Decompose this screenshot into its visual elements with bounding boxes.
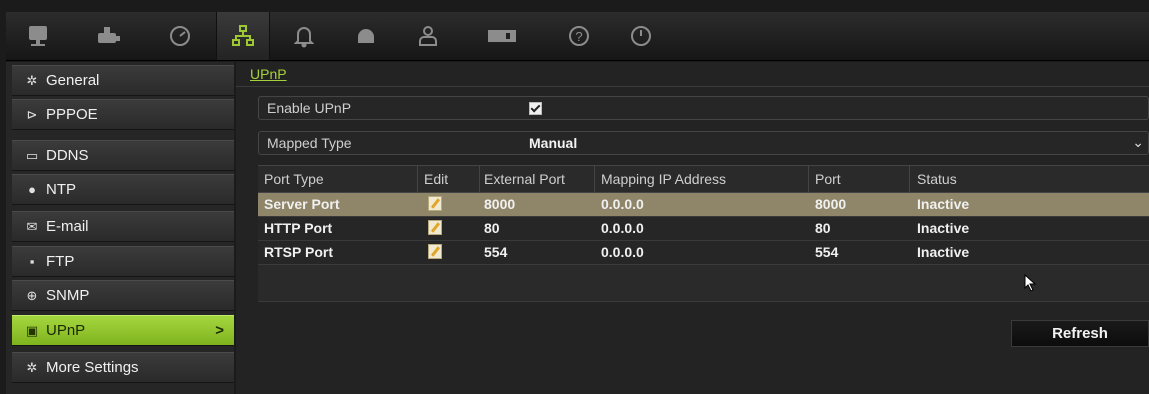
camera-icon[interactable] — [83, 12, 135, 60]
user-icon[interactable] — [402, 12, 454, 60]
port-mapping-table: Port Type Edit External Port Mapping IP … — [258, 165, 1149, 302]
sidebar-item-ftp[interactable]: ▪ FTP — [12, 246, 234, 277]
sidebar-item-upnp[interactable]: ▣ UPnP > — [12, 315, 234, 346]
cell-port-type: RTSP Port — [264, 244, 333, 260]
refresh-button[interactable]: Refresh — [1011, 320, 1149, 347]
cell-port-type: HTTP Port — [264, 220, 333, 236]
sidebar-item-general[interactable]: ✲ General — [12, 65, 234, 96]
col-mapping-ip: Mapping IP Address — [601, 171, 727, 187]
breadcrumb: UPnP — [250, 66, 287, 82]
cell-status: Inactive — [917, 196, 970, 212]
column-divider — [594, 166, 595, 192]
power-icon[interactable] — [615, 12, 667, 60]
sidebar: ✲ General ⊳ PPPOE ▭ DDNS ● NTP ✉ E-mail … — [6, 62, 234, 394]
sidebar-item-snmp[interactable]: ⊕ SNMP — [12, 280, 234, 311]
app-window: ? ✲ General ⊳ PPPOE ▭ DDNS ● NTP ✉ E-mai… — [0, 0, 1149, 394]
globe-icon: ⊕ — [26, 288, 38, 303]
cell-external-port: 8000 — [484, 196, 516, 212]
table-row[interactable]: RTSP Port 554 0.0.0.0 554 Inactive — [258, 241, 1149, 265]
chevron-down-icon[interactable]: ⌄ — [1132, 134, 1144, 151]
bell-icon[interactable] — [278, 12, 330, 60]
edit-icon[interactable] — [428, 220, 442, 235]
sidebar-item-ntp[interactable]: ● NTP — [12, 174, 234, 205]
sidebar-item-email[interactable]: ✉ E-mail — [12, 211, 234, 242]
gauge-icon[interactable] — [154, 12, 206, 60]
sidebar-item-ddns[interactable]: ▭ DDNS — [12, 140, 234, 171]
monitor-icon[interactable] — [12, 12, 64, 60]
mail-icon: ✉ — [26, 219, 38, 234]
cell-mapping-ip: 0.0.0.0 — [601, 196, 644, 212]
main-panel: UPnP Enable UPnP Mapped Type Manual ⌄ Po… — [236, 62, 1149, 394]
col-port: Port — [815, 171, 841, 187]
cell-port: 80 — [815, 220, 831, 236]
clock-icon: ● — [28, 182, 36, 197]
network-icon[interactable] — [216, 12, 270, 60]
enable-upnp-row: Enable UPnP — [258, 96, 1149, 120]
sidebar-item-label: More Settings — [46, 359, 139, 376]
cell-port-type: Server Port — [264, 196, 340, 212]
settings-icon: ✲ — [26, 360, 38, 375]
cell-port: 554 — [815, 244, 839, 260]
sidebar-item-label: NTP — [46, 181, 76, 198]
divider — [236, 86, 1149, 87]
cell-external-port: 554 — [484, 244, 508, 260]
sidebar-item-label: General — [46, 72, 100, 89]
top-toolbar: ? — [6, 12, 1149, 61]
sidebar-item-label: FTP — [46, 253, 75, 270]
cell-external-port: 80 — [484, 220, 500, 236]
upnp-icon: ▣ — [25, 323, 39, 338]
hdd-icon[interactable] — [476, 12, 528, 60]
col-port-type: Port Type — [264, 171, 324, 187]
sidebar-item-label: UPnP — [46, 322, 86, 339]
mapped-type-label: Mapped Type — [267, 135, 352, 151]
column-divider — [479, 166, 480, 192]
sidebar-item-label: DDNS — [46, 147, 89, 164]
cell-mapping-ip: 0.0.0.0 — [601, 244, 644, 260]
help-icon[interactable]: ? — [553, 12, 605, 60]
column-divider — [808, 166, 809, 192]
cell-mapping-ip: 0.0.0.0 — [601, 220, 644, 236]
sidebar-item-label: SNMP — [46, 287, 90, 304]
ftp-icon: ▪ — [29, 254, 35, 269]
sidebar-item-pppoe[interactable]: ⊳ PPPOE — [12, 99, 234, 130]
ddns-icon: ▭ — [25, 148, 39, 163]
dome-camera-icon[interactable] — [340, 12, 392, 60]
table-row[interactable]: HTTP Port 80 0.0.0.0 80 Inactive — [258, 217, 1149, 241]
sidebar-item-more-settings[interactable]: ✲ More Settings — [12, 352, 234, 383]
enable-upnp-label: Enable UPnP — [267, 100, 352, 116]
sidebar-item-label: E-mail — [46, 218, 89, 235]
col-external-port: External Port — [484, 171, 565, 187]
col-status: Status — [917, 171, 957, 187]
column-divider — [909, 166, 910, 192]
edit-icon[interactable] — [428, 244, 442, 259]
table-header: Port Type Edit External Port Mapping IP … — [258, 165, 1149, 193]
column-divider — [417, 166, 418, 192]
sidebar-item-label: PPPOE — [46, 106, 98, 123]
mapped-type-row[interactable]: Mapped Type Manual ⌄ — [258, 131, 1149, 155]
cell-status: Inactive — [917, 244, 970, 260]
svg-text:?: ? — [575, 29, 582, 44]
table-empty-area — [258, 265, 1149, 302]
chevron-right-icon: > — [215, 322, 224, 339]
enable-upnp-checkbox[interactable] — [529, 102, 542, 115]
mapped-type-select[interactable]: Manual — [529, 135, 577, 151]
plug-icon: ⊳ — [26, 107, 38, 122]
table-row[interactable]: Server Port 8000 0.0.0.0 8000 Inactive — [258, 193, 1149, 217]
edit-icon[interactable] — [428, 196, 442, 211]
gear-icon: ✲ — [26, 73, 38, 88]
cell-status: Inactive — [917, 220, 970, 236]
cell-port: 8000 — [815, 196, 847, 212]
mouse-cursor-icon — [1024, 274, 1037, 292]
col-edit: Edit — [424, 171, 449, 187]
